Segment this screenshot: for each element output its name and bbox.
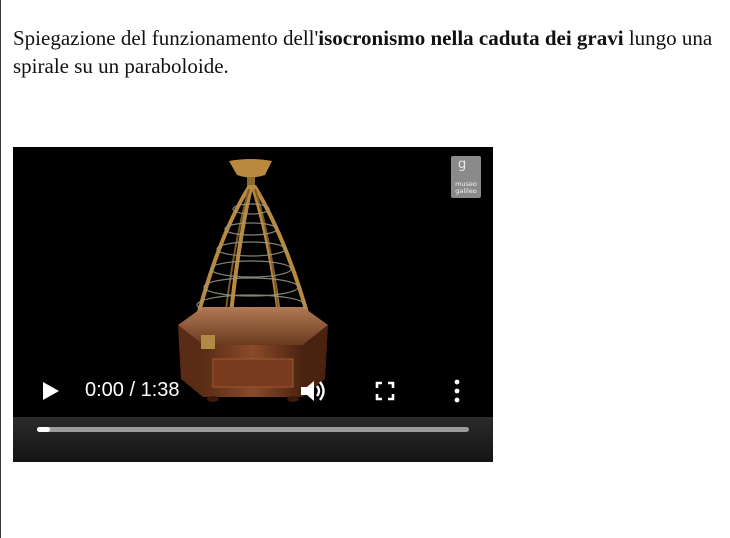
logo-text: museo galileo — [455, 180, 477, 195]
museo-galileo-logo: g museo galileo — [451, 156, 481, 198]
video-controls: 0:00 / 1:38 — [13, 369, 493, 413]
apparatus-base-top — [178, 307, 328, 345]
more-options-button[interactable] — [451, 379, 463, 403]
fullscreen-icon — [375, 381, 395, 401]
description-intro: Spiegazione del funzionamento dell' — [13, 26, 319, 50]
progress-fill — [37, 427, 50, 432]
video-player[interactable]: g museo galileo 0:00 / 1:38 — [13, 147, 493, 462]
logo-mark: g — [458, 157, 467, 172]
left-border — [0, 0, 1, 538]
volume-icon — [301, 381, 325, 401]
play-button[interactable] — [41, 380, 61, 402]
time-display: 0:00 / 1:38 — [85, 379, 180, 401]
progress-bar[interactable] — [37, 427, 469, 432]
description-text: Spiegazione del funzionamento dell'isocr… — [13, 24, 725, 80]
play-icon — [43, 382, 59, 400]
description-bold: isocronismo nella caduta dei gravi — [318, 26, 624, 50]
volume-button[interactable] — [299, 379, 327, 403]
apparatus-cup — [229, 159, 272, 178]
more-options-icon — [454, 379, 460, 403]
video-frame — [178, 159, 328, 402]
fullscreen-button[interactable] — [375, 381, 395, 401]
progress-area — [13, 417, 493, 462]
